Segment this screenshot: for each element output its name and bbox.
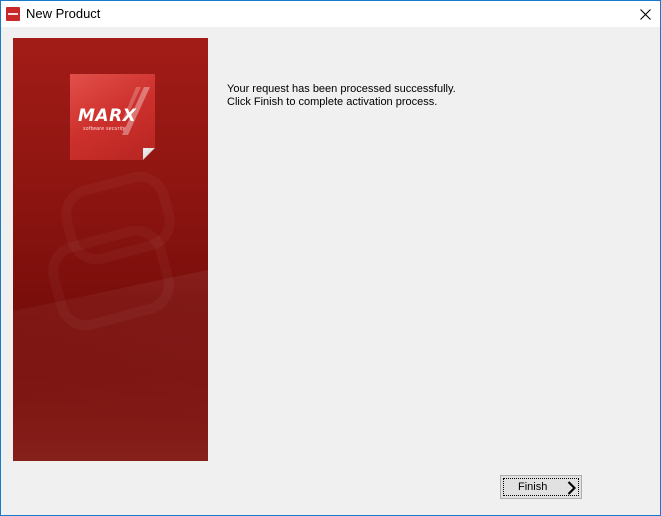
chevron-right-icon [567, 481, 576, 495]
marx-app-icon [6, 7, 20, 21]
marx-logo: MARX software security [70, 74, 155, 160]
message-line-success: Your request has been processed successf… [227, 83, 456, 95]
logo-page-fold [143, 148, 155, 160]
dialog-window: New Product MARX software security Your … [0, 0, 661, 516]
logo-tagline: software security [83, 126, 126, 132]
close-button[interactable] [630, 1, 660, 27]
wizard-side-banner: MARX software security [13, 38, 208, 461]
finish-button[interactable]: Finish [500, 475, 582, 499]
window-title: New Product [26, 6, 101, 21]
title-bar[interactable]: New Product [1, 1, 660, 27]
finish-button-label: Finish [518, 481, 548, 493]
close-icon [640, 9, 651, 20]
logo-wordmark: MARX [78, 106, 137, 126]
status-message: Your request has been processed successf… [227, 83, 456, 109]
message-line-instruction: Click Finish to complete activation proc… [227, 96, 438, 108]
